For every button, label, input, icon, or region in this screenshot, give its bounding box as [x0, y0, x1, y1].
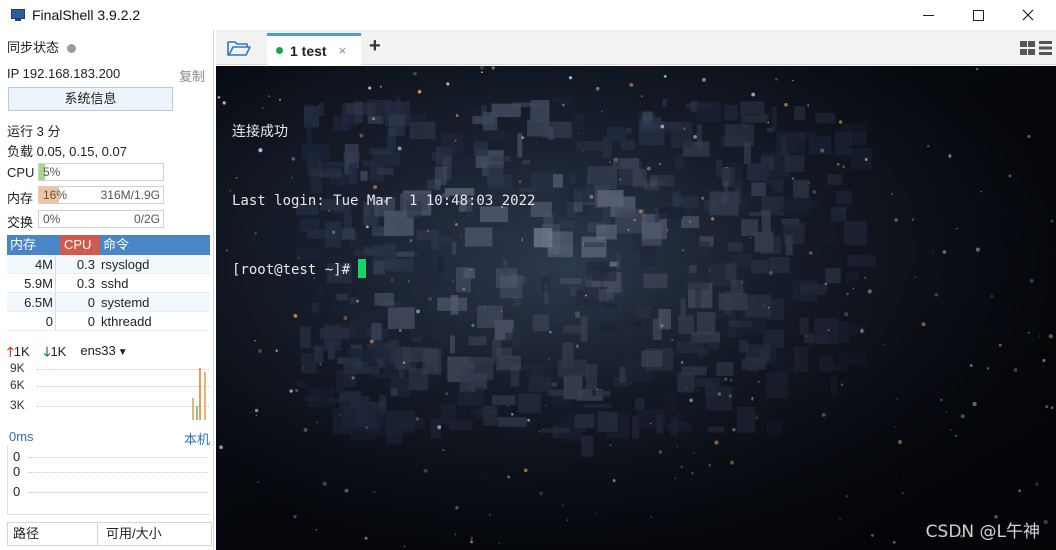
latency-axis-label: 0	[13, 464, 21, 479]
connected-status-dot	[276, 47, 283, 54]
process-mem-cell: 6.5M	[7, 293, 56, 311]
latency-axis-label: 0	[13, 484, 21, 499]
grid-layout-icon	[1020, 41, 1052, 55]
close-tab-icon[interactable]: ×	[339, 43, 347, 58]
maximize-icon	[972, 9, 984, 21]
maximize-button[interactable]	[955, 0, 1001, 30]
folder-open-icon[interactable]	[226, 38, 252, 58]
minimize-icon	[922, 14, 934, 16]
minimize-button[interactable]	[905, 0, 951, 30]
process-mem-cell: 4M	[7, 255, 56, 273]
terminal-output: 连接成功 Last login: Tue Mar 1 10:48:03 2022…	[232, 75, 535, 328]
process-row[interactable]: 6.5M 0 systemd	[7, 293, 210, 312]
network-chart: 9K 6K 3K	[7, 360, 210, 422]
sync-status: 同步状态	[7, 37, 77, 56]
latency-axis-label: 0	[13, 449, 21, 464]
finalshell-logo-icon	[11, 8, 25, 22]
close-icon	[1022, 9, 1034, 21]
sync-status-label: 同步状态	[7, 40, 60, 55]
network-axis-label: 3K	[10, 398, 25, 412]
session-tab-bar: 1 test × +	[216, 30, 1056, 65]
tab-label: 1 test	[290, 42, 327, 59]
terminal-pane[interactable]: 连接成功 Last login: Tue Mar 1 10:48:03 2022…	[216, 66, 1056, 550]
latency-value: 0ms	[9, 429, 34, 444]
uptime: 运行 3 分	[7, 124, 61, 139]
disk-table-header: 路径 可用/大小	[7, 522, 212, 546]
process-cpu-cell: 0.3	[76, 257, 95, 272]
arrow-up-icon: 🡑	[7, 344, 14, 359]
disk-available-header[interactable]: 可用/大小	[98, 523, 211, 545]
window-title: FinalShell 3.9.2.2	[32, 7, 141, 23]
network-axis-label: 9K	[10, 361, 25, 375]
terminal-prompt-line: [root@test ~]#	[232, 259, 535, 282]
process-row[interactable]: 0 0 kthreadd	[7, 312, 210, 331]
tab-session-test[interactable]: 1 test ×	[267, 33, 361, 65]
network-axis-label: 6K	[10, 378, 25, 392]
cpu-meter: 5%	[38, 163, 164, 181]
copy-ip-button[interactable]: 复制	[179, 66, 205, 85]
swap-percent: 0%	[43, 212, 61, 226]
latency-chart: 0 0 0	[7, 445, 210, 515]
sync-status-dot	[67, 44, 77, 54]
latency-row: 0ms 本机	[9, 429, 210, 447]
command-header[interactable]: 命令	[100, 235, 210, 255]
process-cpu-cell: 0	[87, 314, 95, 329]
memory-label: 内存	[7, 191, 34, 206]
add-tab-button[interactable]: +	[369, 35, 381, 58]
process-cpu-cell: 0	[87, 295, 95, 310]
process-cmd-cell: sshd	[101, 276, 129, 291]
watermark: CSDN @L午神	[925, 522, 1040, 542]
process-row[interactable]: 4M 0.3 rsyslogd	[7, 255, 210, 274]
swap-amount: 0/2G	[133, 212, 160, 226]
process-mem-cell: 0	[7, 312, 56, 330]
memory-percent: 16%	[43, 188, 68, 202]
swap-meter: 0% 0/2G	[38, 210, 164, 228]
terminal-line: Last login: Tue Mar 1 10:48:03 2022	[232, 193, 536, 209]
terminal-prompt: [root@test ~]#	[232, 262, 359, 278]
memory-meter: 16% 316M/1.9G	[38, 186, 164, 204]
caret-down-icon: ▼	[117, 347, 128, 358]
terminal-line: 连接成功	[232, 124, 288, 140]
memory-amount: 316M/1.9G	[100, 188, 160, 202]
network-traffic-spikes	[192, 368, 206, 420]
swap-label: 交换	[7, 215, 34, 230]
load-average: 负载 0.05, 0.15, 0.07	[7, 144, 127, 159]
sort-by-cpu-header[interactable]: CPU	[60, 235, 100, 255]
process-cmd-cell: rsyslogd	[101, 257, 150, 272]
sort-by-memory-header[interactable]: 内存	[7, 235, 60, 255]
cpu-label: CPU	[7, 165, 35, 180]
process-cmd-cell: kthreadd	[101, 314, 152, 329]
process-row[interactable]: 5.9M 0.3 sshd	[7, 274, 210, 293]
close-window-button[interactable]	[1005, 0, 1051, 30]
sidebar: 同步状态 IP 192.168.183.200 复制 系统信息 运行 3 分 负…	[0, 30, 214, 550]
process-cpu-cell: 0.3	[76, 276, 95, 291]
title-bar: FinalShell 3.9.2.2	[0, 0, 1056, 30]
process-cmd-cell: systemd	[101, 295, 150, 310]
terminal-cursor	[358, 259, 367, 278]
process-table-header: 内存 CPU 命令	[7, 235, 210, 255]
process-table: 内存 CPU 命令 4M 0.3 rsyslogd 5.9M 0.3 sshd 6.5M 0 s…	[7, 235, 210, 331]
cpu-percent: 5%	[43, 165, 61, 179]
ip-address: IP 192.168.183.200	[7, 66, 121, 81]
disk-path-header[interactable]: 路径	[8, 523, 98, 545]
system-info-button[interactable]: 系统信息	[8, 87, 173, 111]
process-mem-cell: 5.9M	[7, 274, 56, 292]
layout-toggle-button[interactable]	[1019, 40, 1053, 56]
